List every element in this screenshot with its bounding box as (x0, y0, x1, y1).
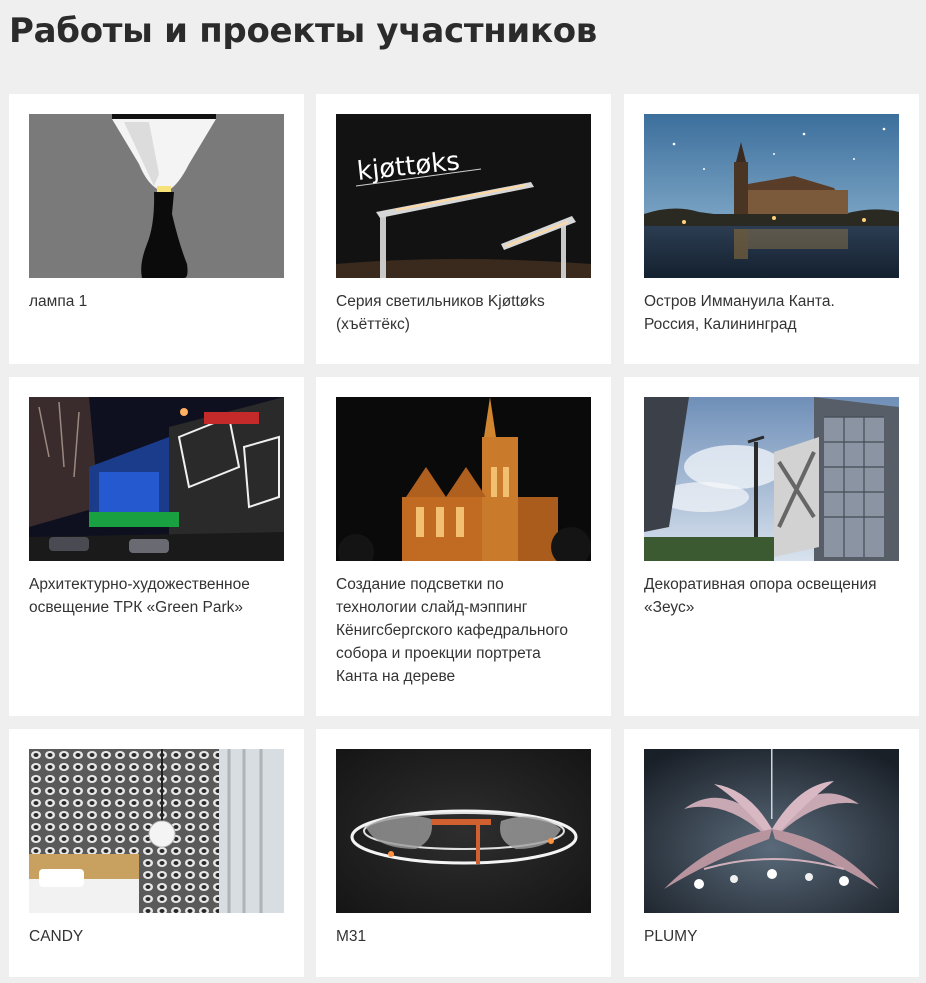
project-caption: M31 (336, 928, 367, 945)
project-card-plumy[interactable]: PLUMY (624, 729, 919, 977)
project-card-candy[interactable]: CANDY (9, 729, 304, 977)
project-caption: PLUMY (644, 928, 698, 945)
project-image-lamp-1[interactable] (29, 114, 284, 278)
project-caption: Остров Иммануила Канта. Россия, Калининг… (644, 293, 835, 333)
project-caption: Серия светильников Kjøttøks (хъёттёкс) (336, 293, 545, 333)
project-image-zeus[interactable] (644, 397, 899, 561)
project-image-cathedral[interactable] (336, 397, 591, 561)
project-image-candy[interactable] (29, 749, 284, 913)
project-card-m31[interactable]: M31 (316, 729, 611, 977)
project-image-kant-island[interactable] (644, 114, 899, 278)
project-caption: Создание подсветки по технологии слайд-м… (336, 576, 569, 685)
project-card-kant-island[interactable]: Остров Иммануила Канта. Россия, Калининг… (624, 94, 919, 364)
project-caption: Декоративная опора освещения «Зеус» (644, 576, 877, 616)
project-card-cathedral[interactable]: Создание подсветки по технологии слайд-м… (316, 377, 611, 716)
project-card-zeus[interactable]: Декоративная опора освещения «Зеус» (624, 377, 919, 716)
project-caption: лампа 1 (29, 293, 88, 310)
project-caption: Архитектурно-художественное освещение ТР… (29, 576, 250, 616)
project-caption: CANDY (29, 928, 84, 945)
project-card-green-park[interactable]: Архитектурно-художественное освещение ТР… (9, 377, 304, 716)
project-image-green-park[interactable] (29, 397, 284, 561)
page-title: Работы и проекты участников (9, 11, 597, 51)
project-image-m31[interactable] (336, 749, 591, 913)
project-card-kjottoks[interactable]: kjøttøks Серия светильников Kjøttøks (хъ… (316, 94, 611, 364)
project-card-lamp-1[interactable]: лампа 1 (9, 94, 304, 364)
project-image-kjottoks[interactable]: kjøttøks (336, 114, 591, 278)
project-image-plumy[interactable] (644, 749, 899, 913)
